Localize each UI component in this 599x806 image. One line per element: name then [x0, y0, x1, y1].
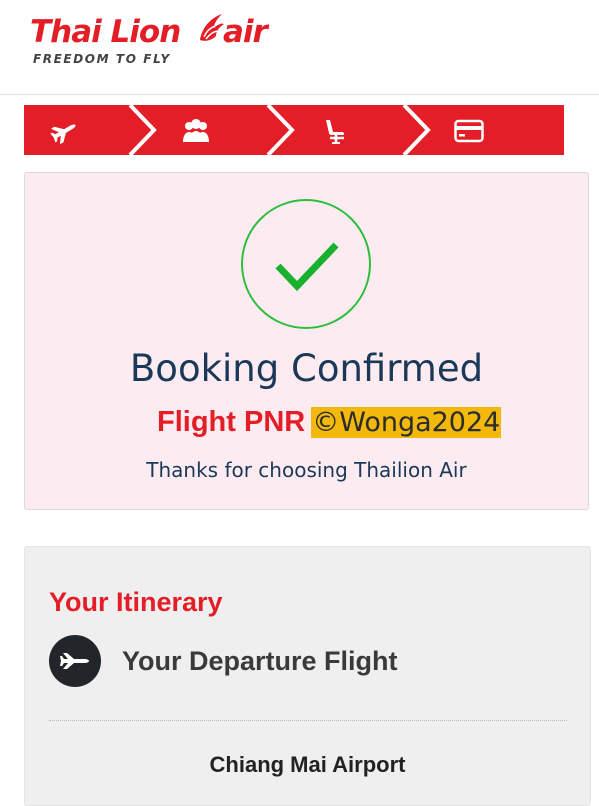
- origin-airport: Chiang Mai Airport: [209, 752, 406, 777]
- brand-tagline: FREEDOM TO FLY: [33, 52, 171, 66]
- airplane-icon: [60, 653, 89, 669]
- step-chevron-2: [266, 105, 295, 155]
- itinerary-title: Your Itinerary: [49, 587, 223, 617]
- confirmation-title: Booking Confirmed: [129, 347, 484, 390]
- plane-icon[interactable]: [50, 118, 80, 144]
- step-chevron-1: [128, 105, 157, 155]
- itinerary-divider: [49, 720, 567, 721]
- brand-name: Thai Lion: [30, 14, 181, 50]
- step-chevron-3: [402, 105, 431, 155]
- booking-confirmation-panel: Booking Confirmed Flight PNR ©Wonga2024 T…: [24, 172, 589, 510]
- payment-card-icon[interactable]: [454, 118, 484, 144]
- thanks-message: Thanks for choosing Thailion Air: [146, 458, 467, 482]
- departure-flight-title: Your Departure Flight: [122, 646, 398, 676]
- departure-badge: [49, 635, 101, 687]
- pnr-code: ©Wonga2024: [311, 407, 502, 438]
- booking-steps-bar: [24, 105, 564, 155]
- checkmark-icon: [275, 242, 339, 292]
- lion-emblem-icon: [200, 14, 224, 41]
- pnr-line: Flight PNR ©Wonga2024: [157, 406, 502, 439]
- brand-suffix: air: [223, 14, 268, 50]
- pnr-label: Flight PNR: [157, 406, 306, 438]
- passengers-icon[interactable]: [181, 118, 211, 144]
- success-circle: [241, 199, 371, 329]
- site-header: Thai Lion air FREEDOM TO FLY: [0, 0, 599, 95]
- seat-icon[interactable]: [320, 118, 350, 144]
- brand-wordmark: Thai Lion air: [30, 14, 268, 50]
- thai-lion-air-logo[interactable]: Thai Lion air FREEDOM TO FLY: [30, 10, 300, 72]
- itinerary-card: Your Itinerary Your Departure Flight Chi…: [24, 546, 591, 806]
